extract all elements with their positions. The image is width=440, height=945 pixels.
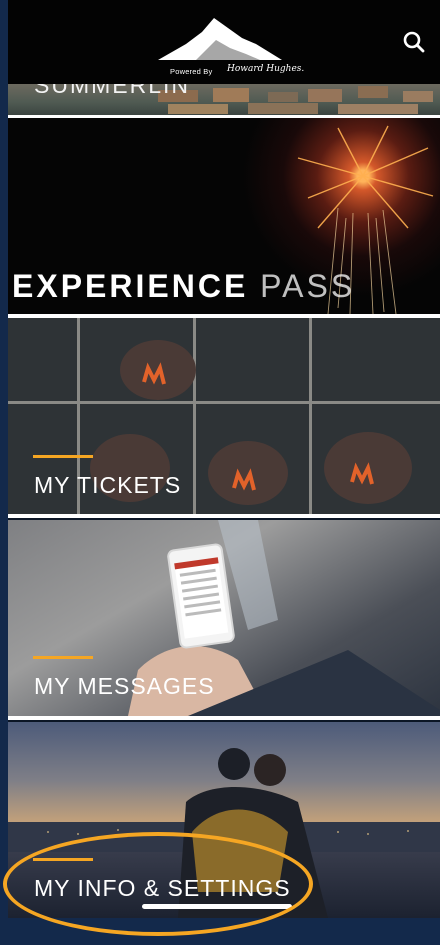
my-tickets-tile[interactable]: MY TICKETS bbox=[8, 318, 440, 514]
powered-by-text: Powered By bbox=[170, 67, 213, 76]
my-info-settings-label: MY INFO & SETTINGS bbox=[34, 875, 291, 901]
home-indicator bbox=[142, 904, 292, 909]
divider bbox=[8, 716, 440, 720]
experience-pass-tile[interactable]: EXPERIENCE PASS bbox=[8, 118, 440, 314]
search-button[interactable] bbox=[396, 24, 432, 60]
search-icon bbox=[403, 31, 425, 53]
howard-hughes-signature: Howard Hughes. bbox=[227, 64, 305, 74]
pass-word: PASS bbox=[260, 268, 356, 304]
divider bbox=[8, 514, 440, 518]
experience-word: EXPERIENCE bbox=[12, 268, 249, 304]
experience-pass-title: EXPERIENCE PASS bbox=[12, 268, 355, 305]
accent-bar bbox=[33, 455, 93, 458]
mountain-logo-icon bbox=[158, 18, 282, 60]
app-header: Powered By Howard Hughes. bbox=[8, 0, 440, 84]
accent-bar bbox=[33, 858, 93, 861]
my-messages-tile[interactable]: MY MESSAGES bbox=[8, 520, 440, 716]
summerlin-logo: Powered By Howard Hughes. bbox=[146, 14, 304, 80]
my-tickets-label: MY TICKETS bbox=[34, 472, 182, 498]
my-info-settings-tile[interactable]: MY INFO & SETTINGS bbox=[8, 722, 440, 918]
my-messages-label: MY MESSAGES bbox=[34, 673, 215, 699]
accent-bar bbox=[33, 656, 93, 659]
app-frame: Powered By Howard Hughes. SUMMERLIN EXPE… bbox=[8, 0, 440, 918]
community-label: SUMMERLIN bbox=[34, 84, 191, 98]
community-tile[interactable]: SUMMERLIN bbox=[8, 84, 440, 115]
